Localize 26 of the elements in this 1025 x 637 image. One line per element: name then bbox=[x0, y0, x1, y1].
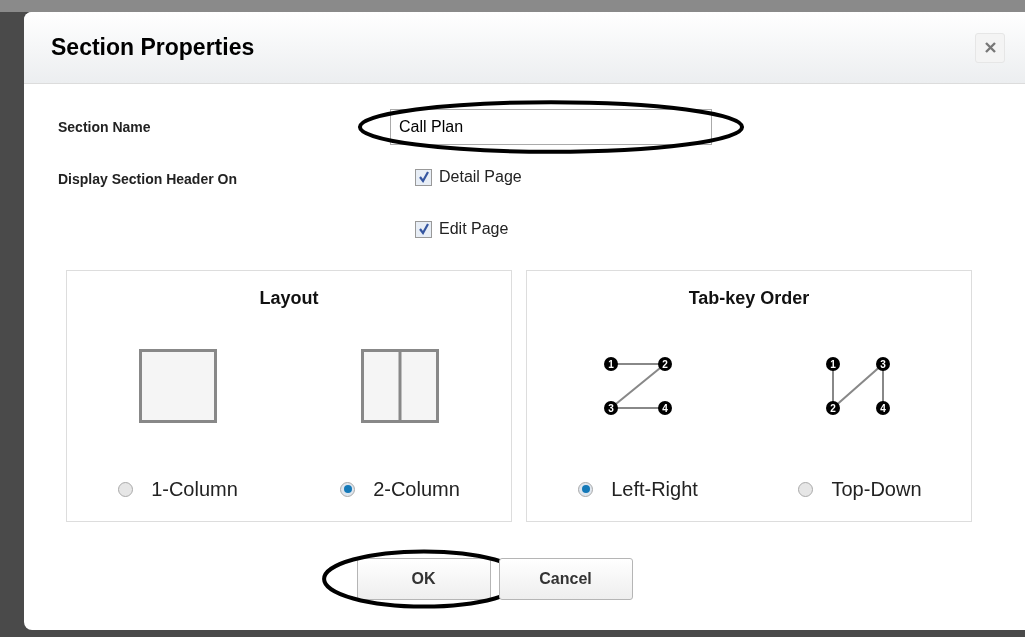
checkbox[interactable] bbox=[415, 220, 432, 238]
left-right-order-drawing: 1 2 3 4 bbox=[603, 356, 673, 416]
close-button[interactable] bbox=[975, 32, 1005, 63]
dialog-title: Section Properties bbox=[51, 33, 255, 63]
radio-label: Top-Down bbox=[831, 477, 922, 502]
single-column-layout-icon bbox=[139, 349, 217, 423]
radio-button[interactable] bbox=[798, 481, 814, 497]
two-column-layout-icon bbox=[361, 349, 439, 423]
checkbox[interactable] bbox=[415, 168, 432, 186]
checkbox-label: Detail Page bbox=[439, 167, 522, 187]
dialog-button[interactable]: OK bbox=[356, 558, 491, 600]
field-label: Display Section Header On bbox=[57, 170, 238, 189]
radio-button[interactable] bbox=[118, 481, 134, 497]
radio-label: 1-Column bbox=[151, 477, 238, 502]
panel-title: Layout bbox=[259, 287, 319, 310]
close-icon bbox=[984, 42, 996, 53]
checkbox-label: Edit Page bbox=[439, 219, 509, 239]
radio-label: 2-Column bbox=[373, 477, 460, 502]
section-name-field[interactable]: Call Plan bbox=[390, 109, 712, 145]
radio-label: Left-Right bbox=[611, 477, 698, 502]
panel-title: Tab-key Order bbox=[688, 287, 810, 310]
field-label: Section Name bbox=[57, 117, 152, 137]
radio-button[interactable] bbox=[578, 481, 594, 497]
top-down-order-drawing: 1 2 3 4 bbox=[825, 356, 895, 416]
radio-button[interactable] bbox=[340, 481, 356, 497]
dialog-button[interactable]: Cancel bbox=[498, 558, 633, 600]
